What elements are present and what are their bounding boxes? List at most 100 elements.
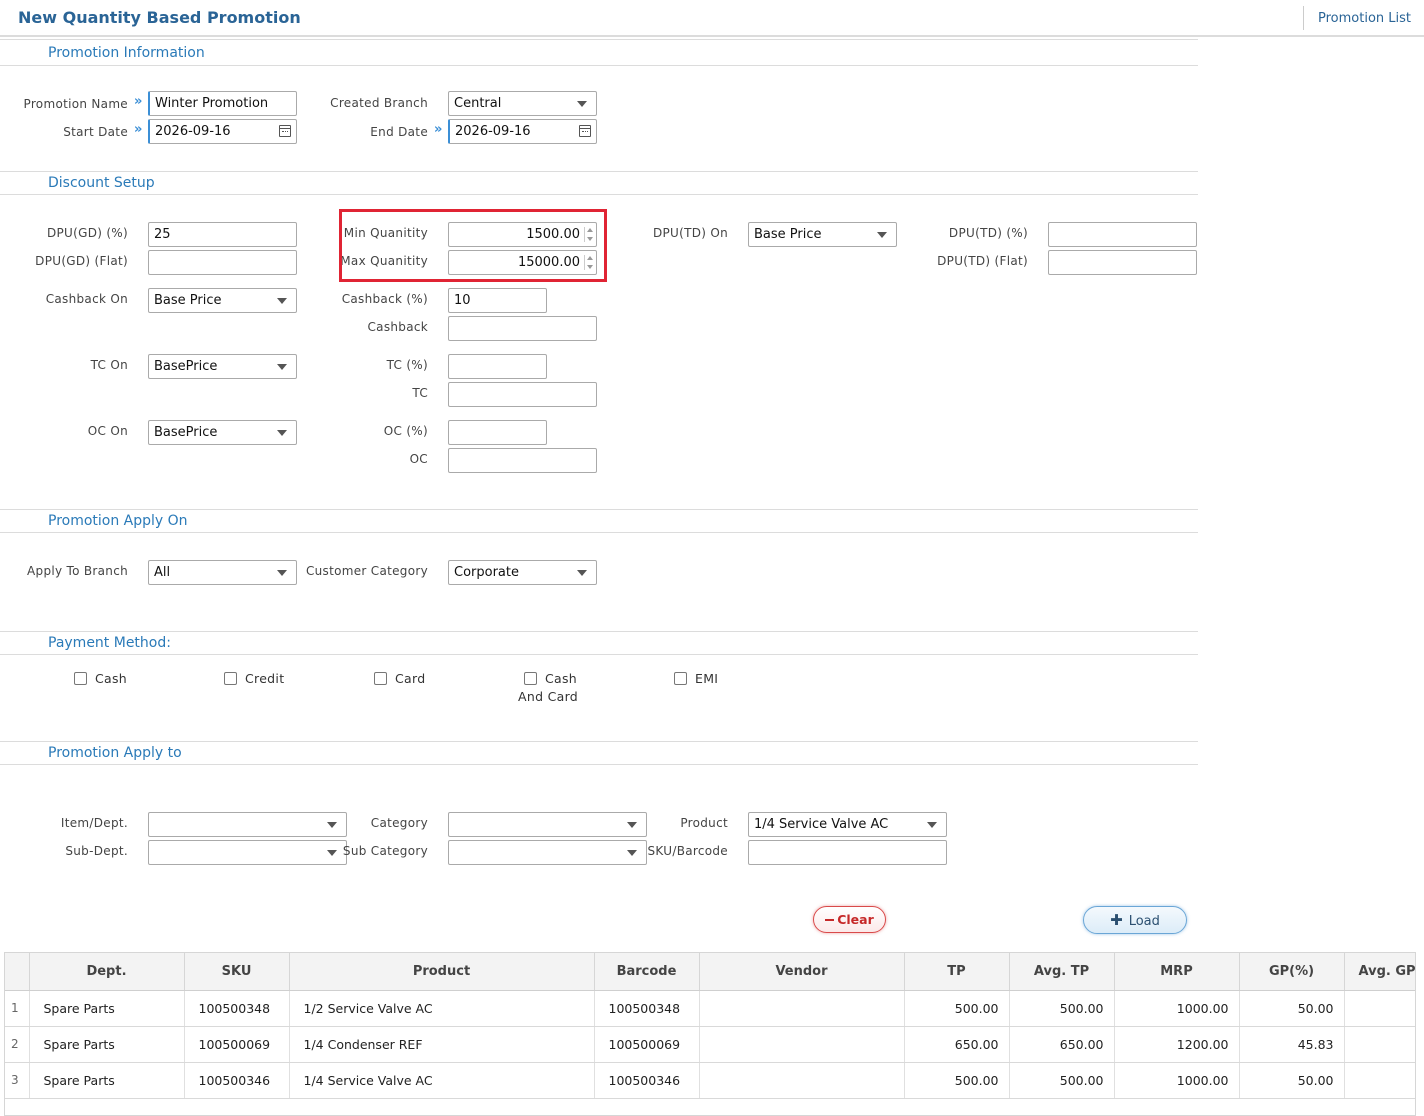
section-title-promotion-apply-on: Promotion Apply On [48, 513, 188, 529]
chevron-down-icon [577, 101, 587, 107]
item-dept-label: Item/Dept. [60, 816, 128, 830]
column-header[interactable]: SKU [184, 953, 290, 991]
cash-and-card-label-line1: Cash [545, 671, 578, 686]
row-number: 2 [5, 1026, 30, 1063]
dept-cell: Spare Parts [29, 1062, 185, 1099]
table-row[interactable]: 1 Spare Parts 100500348 1/2 Service Valv… [5, 990, 1415, 1027]
cashback-label: Cashback [367, 320, 428, 334]
barcode-cell: 100500346 [594, 1062, 700, 1099]
tc-on-value: BasePrice [154, 359, 218, 374]
dpu-gd-pct-input[interactable]: 25 [148, 222, 297, 247]
apply-to-branch-select[interactable]: All [148, 560, 297, 585]
start-date-value: 2026-09-16 [155, 124, 231, 139]
end-date-input[interactable]: 2026-09-16 [448, 119, 597, 144]
tc-on-label: TC On [90, 358, 128, 372]
gp-cell: 45.83 [1239, 1026, 1345, 1063]
column-header-row-number [5, 953, 30, 991]
barcode-cell: 100500348 [594, 990, 700, 1027]
column-header[interactable]: Avg. TP [1009, 953, 1115, 991]
column-header[interactable]: Barcode [594, 953, 700, 991]
avg-tp-cell: 500.00 [1009, 990, 1115, 1027]
cash-checkbox[interactable] [74, 672, 87, 685]
vendor-cell [699, 990, 905, 1027]
promotion-list-link[interactable]: Promotion List [1318, 11, 1411, 26]
credit-label: Credit [245, 671, 285, 686]
avg-tp-cell: 500.00 [1009, 1062, 1115, 1099]
section-divider [0, 39, 1198, 40]
created-branch-value: Central [454, 96, 502, 111]
table-row[interactable]: 3 Spare Parts 100500346 1/4 Service Valv… [5, 1062, 1415, 1099]
section-divider [0, 631, 1198, 632]
column-header[interactable]: Dept. [29, 953, 185, 991]
clear-label: Clear [837, 912, 874, 927]
sku-barcode-input[interactable] [748, 840, 947, 865]
emi-checkbox[interactable] [674, 672, 687, 685]
tc-input[interactable] [448, 382, 597, 407]
barcode-cell: 100500069 [594, 1026, 700, 1063]
section-divider [0, 194, 1198, 195]
calendar-icon[interactable] [279, 125, 291, 137]
column-header[interactable]: GP(%) [1239, 953, 1345, 991]
section-title-promotion-information: Promotion Information [48, 45, 205, 61]
credit-checkbox[interactable] [224, 672, 237, 685]
cashback-input[interactable] [448, 316, 597, 341]
load-button[interactable]: ✚ Load [1083, 906, 1187, 934]
dpu-td-on-select[interactable]: Base Price [748, 222, 897, 247]
section-title-discount-setup: Discount Setup [48, 175, 155, 191]
product-value: 1/4 Service Valve AC [754, 817, 889, 832]
tc-pct-input[interactable] [448, 354, 547, 379]
column-header[interactable]: Avg. GP( [1344, 953, 1415, 991]
cash-and-card-checkbox[interactable] [524, 672, 537, 685]
customer-category-value: Corporate [454, 565, 519, 580]
cash-and-card-label-line2: And Card [518, 689, 579, 704]
card-checkbox[interactable] [374, 672, 387, 685]
section-title-promotion-apply-to: Promotion Apply to [48, 745, 182, 761]
page-title: New Quantity Based Promotion [18, 8, 301, 27]
dpu-gd-flat-input[interactable] [148, 250, 297, 275]
column-header[interactable]: Vendor [699, 953, 905, 991]
promotion-name-label: Promotion Name [23, 97, 128, 111]
cashback-on-select[interactable]: Base Price [148, 288, 297, 313]
avg-gp-cell: 5 [1344, 1062, 1415, 1099]
table-row[interactable]: 2 Spare Parts 100500069 1/4 Condenser RE… [5, 1026, 1415, 1063]
column-header[interactable]: MRP [1114, 953, 1240, 991]
oc-input[interactable] [448, 448, 597, 473]
product-select[interactable]: 1/4 Service Valve AC [748, 812, 947, 837]
dpu-td-flat-input[interactable] [1048, 250, 1197, 275]
section-divider [0, 65, 1198, 66]
created-branch-select[interactable]: Central [448, 91, 597, 116]
section-title-payment-method: Payment Method: [48, 635, 171, 651]
customer-category-select[interactable]: Corporate [448, 560, 597, 585]
promotion-name-input[interactable]: Winter Promotion [148, 91, 297, 116]
tc-on-select[interactable]: BasePrice [148, 354, 297, 379]
dpu-td-pct-label: DPU(TD) (%) [948, 226, 1028, 240]
start-date-label: Start Date [63, 125, 128, 139]
section-divider [0, 532, 1198, 533]
oc-label: OC [409, 452, 428, 466]
column-header[interactable]: TP [904, 953, 1010, 991]
oc-pct-input[interactable] [448, 420, 547, 445]
cashback-pct-input[interactable]: 10 [448, 288, 547, 313]
calendar-icon[interactable] [579, 125, 591, 137]
minus-icon [825, 918, 835, 921]
start-date-input[interactable]: 2026-09-16 [148, 119, 297, 144]
product-label: Product [680, 816, 728, 830]
card-label: Card [395, 671, 426, 686]
plus-icon: ✚ [1110, 911, 1123, 929]
oc-on-select[interactable]: BasePrice [148, 420, 297, 445]
mrp-cell: 1000.00 [1114, 990, 1240, 1027]
product-cell: 1/4 Condenser REF [289, 1026, 595, 1063]
avg-gp-cell: 5 [1344, 990, 1415, 1027]
dept-cell: Spare Parts [29, 1026, 185, 1063]
clear-button[interactable]: Clear [813, 906, 886, 933]
cashback-on-label: Cashback On [45, 292, 128, 306]
column-header[interactable]: Product [289, 953, 595, 991]
tc-pct-label: TC (%) [386, 358, 428, 372]
product-cell: 1/4 Service Valve AC [289, 1062, 595, 1099]
dpu-td-on-label: DPU(TD) On [652, 226, 728, 240]
dpu-td-pct-input[interactable] [1048, 222, 1197, 247]
title-underline [0, 35, 1424, 37]
end-date-label: End Date [370, 125, 428, 139]
product-grid: Dept. SKU Product Barcode Vendor TP Avg.… [4, 952, 1416, 1116]
avg-gp-cell: 4 [1344, 1026, 1415, 1063]
